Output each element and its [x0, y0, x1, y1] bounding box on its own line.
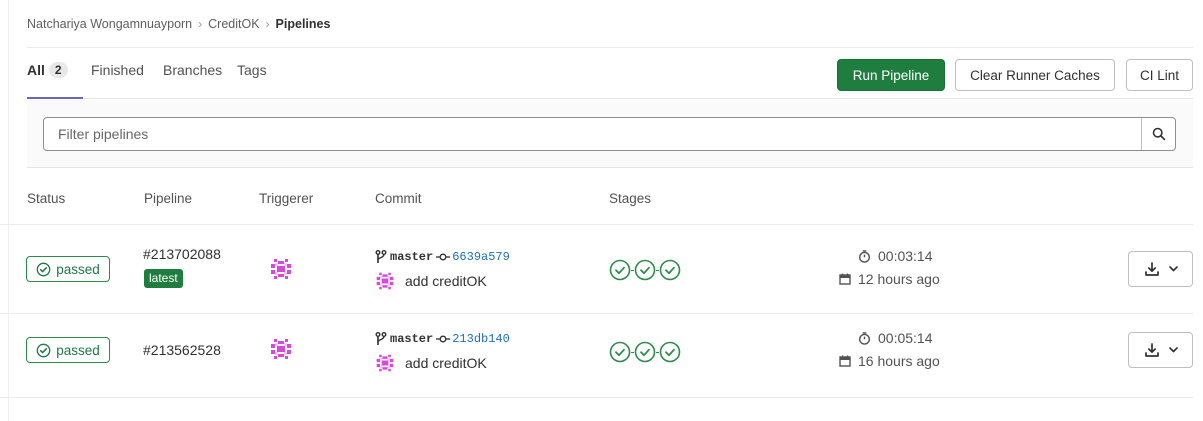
duration-value: 00:03:14 — [878, 248, 933, 264]
header-stages: Stages — [609, 191, 652, 206]
stage-passed-icon[interactable] — [659, 341, 681, 363]
filter-bar — [27, 100, 1193, 168]
status-label: passed — [56, 261, 100, 277]
tab-all[interactable]: All 2 — [27, 62, 68, 78]
filter-pipelines-input[interactable] — [44, 118, 1141, 150]
identicon-avatar[interactable] — [269, 337, 293, 361]
breadcrumb-project[interactable]: CreditOK — [208, 17, 259, 31]
run-pipeline-button[interactable]: Run Pipeline — [837, 59, 945, 91]
pipeline-stages — [609, 259, 681, 281]
latest-badge: latest — [144, 269, 183, 288]
commit-icon — [436, 253, 451, 261]
breadcrumb: Natchariya Wongamnuayporn › CreditOK › P… — [27, 17, 330, 31]
calendar-icon — [839, 355, 851, 367]
finished-time: 12 hours ago — [839, 271, 940, 287]
identicon-avatar[interactable] — [375, 353, 395, 373]
commit-sha-link[interactable]: 213db140 — [452, 332, 510, 346]
filter-pipelines-box — [43, 117, 1176, 151]
duration-value: 00:05:14 — [878, 330, 933, 346]
header-status: Status — [27, 191, 66, 206]
active-tab-indicator — [27, 97, 83, 99]
finished-value: 12 hours ago — [858, 271, 940, 287]
chevron-down-icon — [1168, 266, 1178, 272]
pipeline-tabs-bar: All 2 Finished Branches Tags Run Pipelin… — [27, 47, 1193, 99]
check-circle-icon — [36, 343, 51, 357]
commit-ref: master 213db140 — [375, 332, 510, 346]
download-icon — [1144, 343, 1159, 357]
breadcrumb-current[interactable]: Pipelines — [276, 17, 331, 31]
tab-all-label: All — [27, 62, 45, 78]
identicon-avatar[interactable] — [269, 257, 293, 281]
clear-runner-caches-button[interactable]: Clear Runner Caches — [955, 59, 1115, 91]
stage-passed-icon[interactable] — [609, 259, 631, 281]
pipeline-id-link[interactable]: #213562528 — [143, 342, 221, 358]
commit-title-link[interactable]: add creditOK — [405, 273, 487, 289]
tab-branches-label: Branches — [163, 62, 223, 78]
calendar-icon — [839, 273, 851, 285]
breadcrumb-user[interactable]: Natchariya Wongamnuayporn — [27, 17, 192, 31]
ci-lint-button[interactable]: CI Lint — [1126, 59, 1193, 91]
status-badge[interactable]: passed — [26, 256, 110, 282]
pipeline-id-link[interactable]: #213702088 — [143, 246, 221, 262]
tab-all-count: 2 — [48, 62, 68, 78]
header-commit: Commit — [375, 191, 422, 206]
commit-message: add creditOK — [375, 271, 487, 291]
status-label: passed — [56, 342, 100, 358]
tab-tags-label: Tags — [237, 62, 267, 78]
stage-passed-icon[interactable] — [634, 259, 656, 281]
branch-icon — [375, 250, 387, 263]
download-artifacts-button[interactable] — [1128, 332, 1193, 368]
header-triggerer: Triggerer — [259, 191, 314, 206]
commit-title-link[interactable]: add creditOK — [405, 355, 487, 371]
timer-icon — [858, 331, 871, 345]
tab-branches[interactable]: Branches — [163, 62, 222, 78]
branch-icon — [375, 332, 387, 345]
commit-ref: master 6639a579 — [375, 250, 510, 264]
chevron-right-icon: › — [265, 17, 270, 31]
stage-passed-icon[interactable] — [659, 259, 681, 281]
duration: 00:05:14 — [858, 330, 933, 346]
check-circle-icon — [36, 262, 51, 276]
commit-icon — [436, 335, 451, 343]
pipelines-table-header: Status Pipeline Triggerer Commit Stages — [0, 170, 1193, 225]
download-artifacts-button[interactable] — [1128, 251, 1193, 287]
stage-passed-icon[interactable] — [609, 341, 631, 363]
search-button[interactable] — [1141, 118, 1175, 150]
duration: 00:03:14 — [858, 248, 933, 264]
finished-time: 16 hours ago — [839, 353, 940, 369]
header-pipeline: Pipeline — [144, 191, 193, 206]
branch-link[interactable]: master — [390, 332, 433, 346]
status-badge[interactable]: passed — [26, 337, 110, 363]
stage-passed-icon[interactable] — [634, 341, 656, 363]
chevron-right-icon: › — [198, 17, 203, 31]
tab-finished[interactable]: Finished — [91, 62, 144, 78]
table-row: passed #213702088 latest master 6639a579… — [0, 226, 1193, 314]
download-icon — [1144, 262, 1159, 276]
tab-tags[interactable]: Tags — [237, 62, 267, 78]
commit-sha-link[interactable]: 6639a579 — [452, 250, 510, 264]
table-row: passed #213562528 master 213db140 add cr… — [0, 310, 1193, 398]
pipeline-stages — [609, 341, 681, 363]
chevron-down-icon — [1168, 347, 1178, 353]
timer-icon — [858, 249, 871, 263]
branch-link[interactable]: master — [390, 250, 433, 264]
finished-value: 16 hours ago — [858, 353, 940, 369]
search-icon — [1152, 127, 1165, 141]
commit-message: add creditOK — [375, 353, 487, 373]
tab-finished-label: Finished — [91, 62, 144, 78]
identicon-avatar[interactable] — [375, 271, 395, 291]
